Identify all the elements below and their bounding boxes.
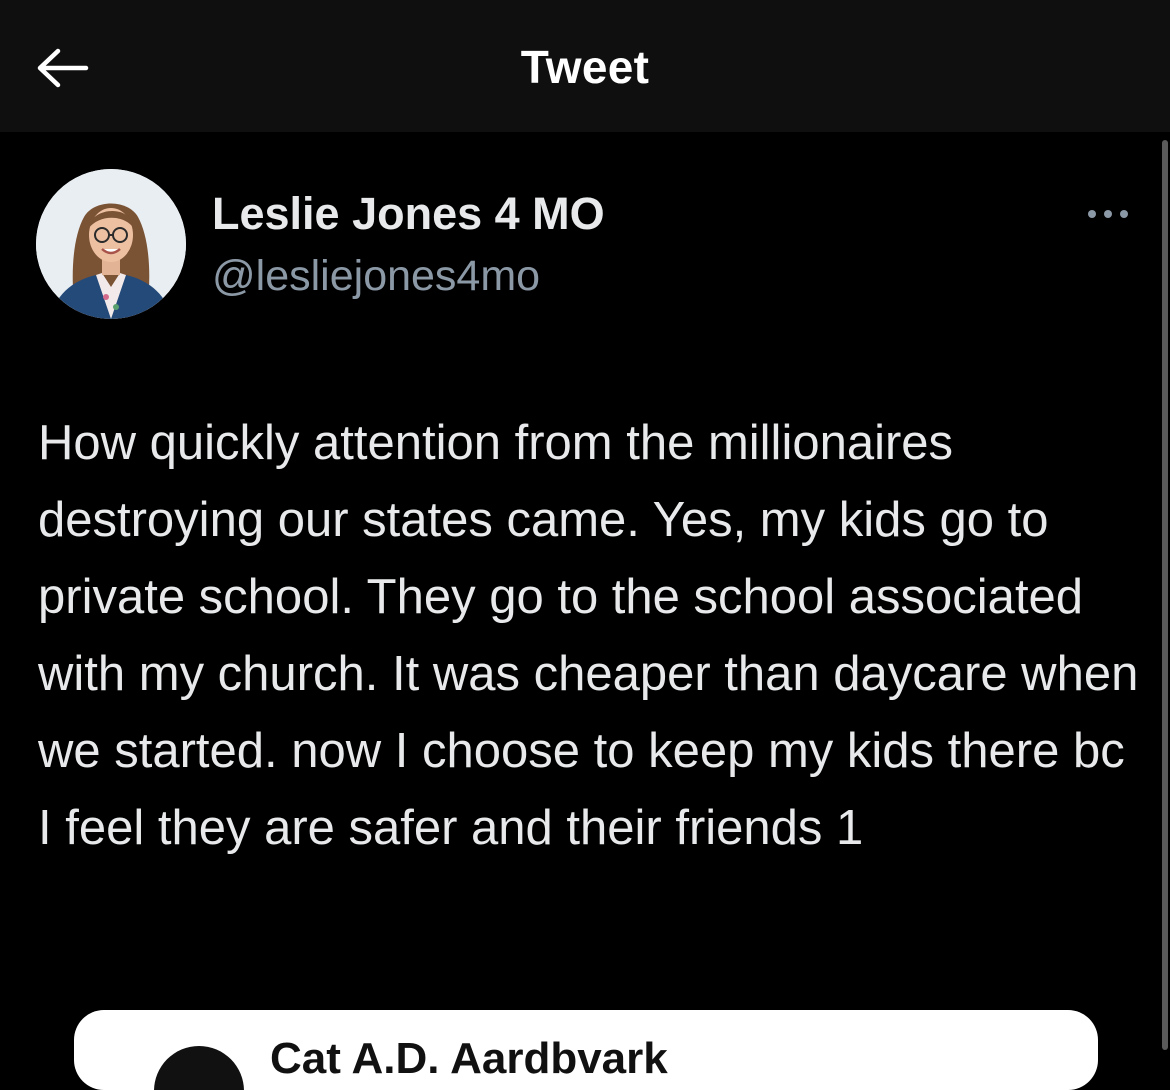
- scrollbar[interactable]: [1160, 140, 1170, 1050]
- tweet-text: How quickly attention from the millionai…: [38, 416, 1139, 855]
- page-title: Tweet: [520, 41, 650, 93]
- more-options-button[interactable]: [1080, 196, 1136, 232]
- more-horizontal-icon: [1088, 210, 1128, 218]
- author-handle[interactable]: @lesliejones4mo: [212, 252, 540, 301]
- quoted-tweet-card[interactable]: Cat A.D. Aardbvark: [74, 1010, 1098, 1090]
- profile-photo: [36, 169, 186, 319]
- top-bar: Tweet: [0, 0, 1170, 132]
- quoted-tweet-author-name: Cat A.D. Aardbvark: [270, 1034, 668, 1083]
- author-name[interactable]: Leslie Jones 4 MO: [212, 188, 605, 240]
- quoted-tweet-avatar[interactable]: [154, 1046, 244, 1090]
- scrollbar-thumb[interactable]: [1162, 140, 1168, 1050]
- avatar[interactable]: [36, 169, 186, 319]
